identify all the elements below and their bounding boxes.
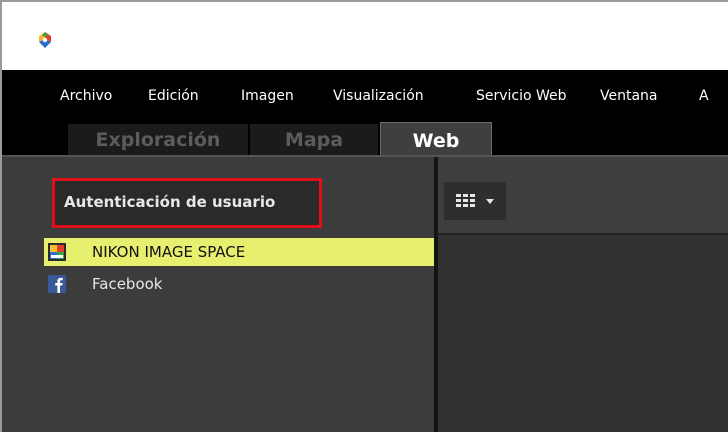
app-window: Archivo Edición Imagen Visualización Ser… <box>0 0 728 432</box>
menu-edicion[interactable]: Edición <box>148 87 199 105</box>
menu-ayuda[interactable]: A <box>699 87 709 105</box>
title-bar <box>2 2 728 70</box>
service-item-nikon-image-space[interactable]: NIKON IMAGE SPACE <box>44 238 434 266</box>
menu-imagen[interactable]: Imagen <box>241 87 294 105</box>
facebook-icon <box>48 275 66 293</box>
tab-web[interactable]: Web <box>380 122 492 158</box>
workspace-tabs: Exploración Mapa Web <box>2 120 728 158</box>
tab-exploracion[interactable]: Exploración <box>68 124 248 156</box>
grid-view-icon <box>456 194 475 207</box>
tab-mapa[interactable]: Mapa <box>250 124 378 156</box>
menu-bar: Archivo Edición Imagen Visualización Ser… <box>2 70 728 120</box>
menu-visualizacion[interactable]: Visualización <box>333 87 424 105</box>
nikon-image-space-icon <box>48 243 66 261</box>
chevron-down-icon <box>486 199 494 204</box>
app-logo-icon[interactable] <box>34 29 56 51</box>
menu-servicio-web[interactable]: Servicio Web <box>476 87 567 105</box>
service-item-facebook[interactable]: Facebook <box>44 270 434 298</box>
service-label-nikon: NIKON IMAGE SPACE <box>92 243 246 261</box>
service-label-facebook: Facebook <box>92 275 163 293</box>
user-authentication-button[interactable]: Autenticación de usuario <box>64 192 275 212</box>
menu-archivo[interactable]: Archivo <box>60 87 112 105</box>
view-mode-button[interactable] <box>444 182 506 220</box>
menu-ventana[interactable]: Ventana <box>600 87 658 105</box>
content-area <box>438 235 728 432</box>
